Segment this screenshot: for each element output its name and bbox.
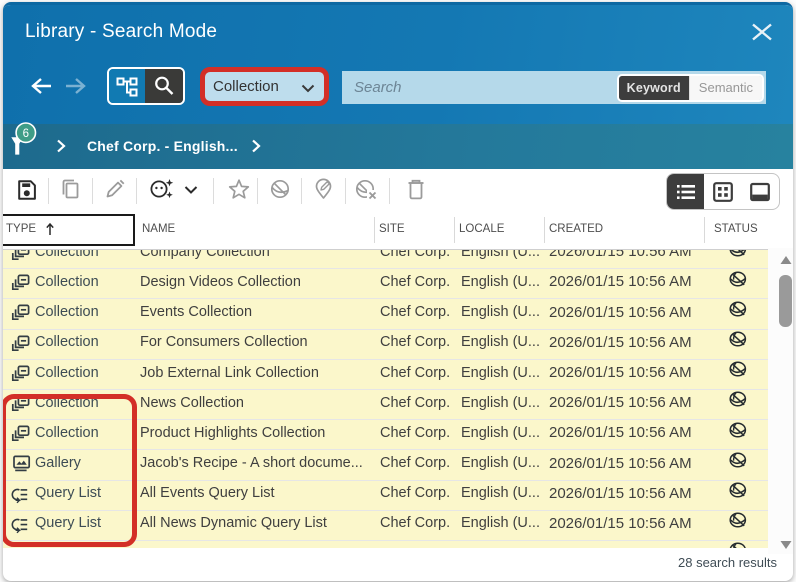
svg-text:6: 6 [23, 128, 29, 140]
